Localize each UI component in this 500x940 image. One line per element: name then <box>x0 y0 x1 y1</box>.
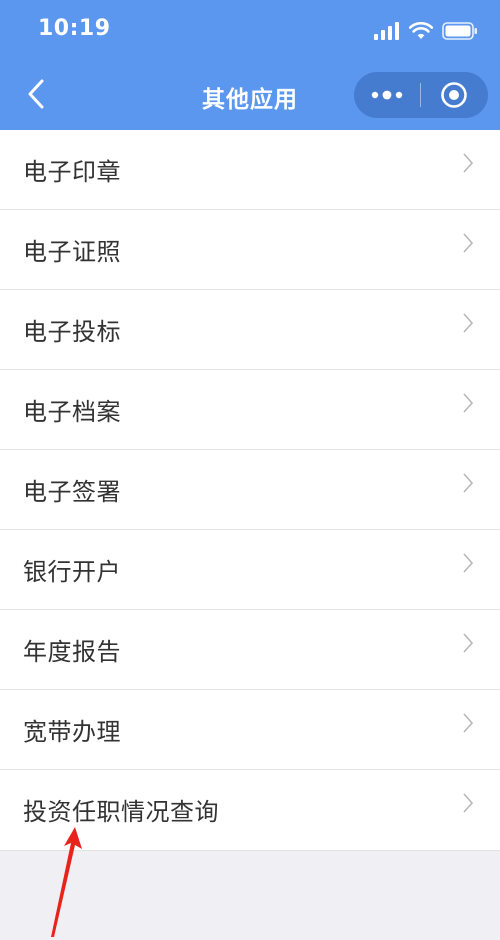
chevron-right-icon <box>463 793 474 813</box>
list-item[interactable]: 电子档案 <box>0 370 500 450</box>
list-item[interactable]: 宽带办理 <box>0 690 500 770</box>
list-item-label: 电子投标 <box>23 318 121 346</box>
more-button[interactable] <box>354 72 420 118</box>
list-item[interactable]: 电子投标 <box>0 290 500 370</box>
list-item[interactable]: 年度报告 <box>0 610 500 690</box>
list-item[interactable]: 电子签署 <box>0 450 500 530</box>
back-button[interactable] <box>18 76 54 112</box>
list-item-label: 电子签署 <box>23 478 121 506</box>
chevron-left-icon <box>28 79 44 109</box>
chevron-right-icon <box>463 713 474 733</box>
status-icons <box>374 18 478 44</box>
battery-icon <box>442 22 477 40</box>
list-item-label: 银行开户 <box>23 558 121 586</box>
chevron-right-icon <box>463 313 474 333</box>
close-target-icon <box>441 82 467 108</box>
chevron-right-icon <box>463 553 474 573</box>
mini-program-capsule <box>354 72 488 118</box>
status-time: 10:19 <box>38 16 111 41</box>
chevron-right-icon <box>463 393 474 413</box>
more-dots-icon <box>371 90 403 100</box>
chevron-right-icon <box>463 633 474 653</box>
list-item[interactable]: 电子印章 <box>0 130 500 210</box>
list-item[interactable]: 银行开户 <box>0 530 500 610</box>
list-item-label: 宽带办理 <box>23 718 121 746</box>
status-bar: 10:19 <box>0 0 500 60</box>
list-item[interactable]: 电子证照 <box>0 210 500 290</box>
signal-icon <box>374 22 399 40</box>
chevron-right-icon <box>463 233 474 253</box>
list-item-label: 电子印章 <box>23 158 121 186</box>
app-header: 10:19 其他应用 <box>0 0 500 130</box>
list-item-label: 年度报告 <box>23 638 121 666</box>
nav-bar: 其他应用 <box>0 62 500 128</box>
red-arrow-annotation <box>51 827 82 937</box>
app-list: 电子印章 电子证照 电子投标 电子档案 电子签署 银行开户 年度报告 宽带办理 … <box>0 130 500 851</box>
page-title: 其他应用 <box>202 87 298 113</box>
list-item-label: 电子证照 <box>23 238 121 266</box>
wifi-icon <box>409 22 433 39</box>
chevron-right-icon <box>463 473 474 493</box>
chevron-right-icon <box>463 153 474 173</box>
list-item-label: 电子档案 <box>23 398 121 426</box>
close-button[interactable] <box>421 72 487 118</box>
